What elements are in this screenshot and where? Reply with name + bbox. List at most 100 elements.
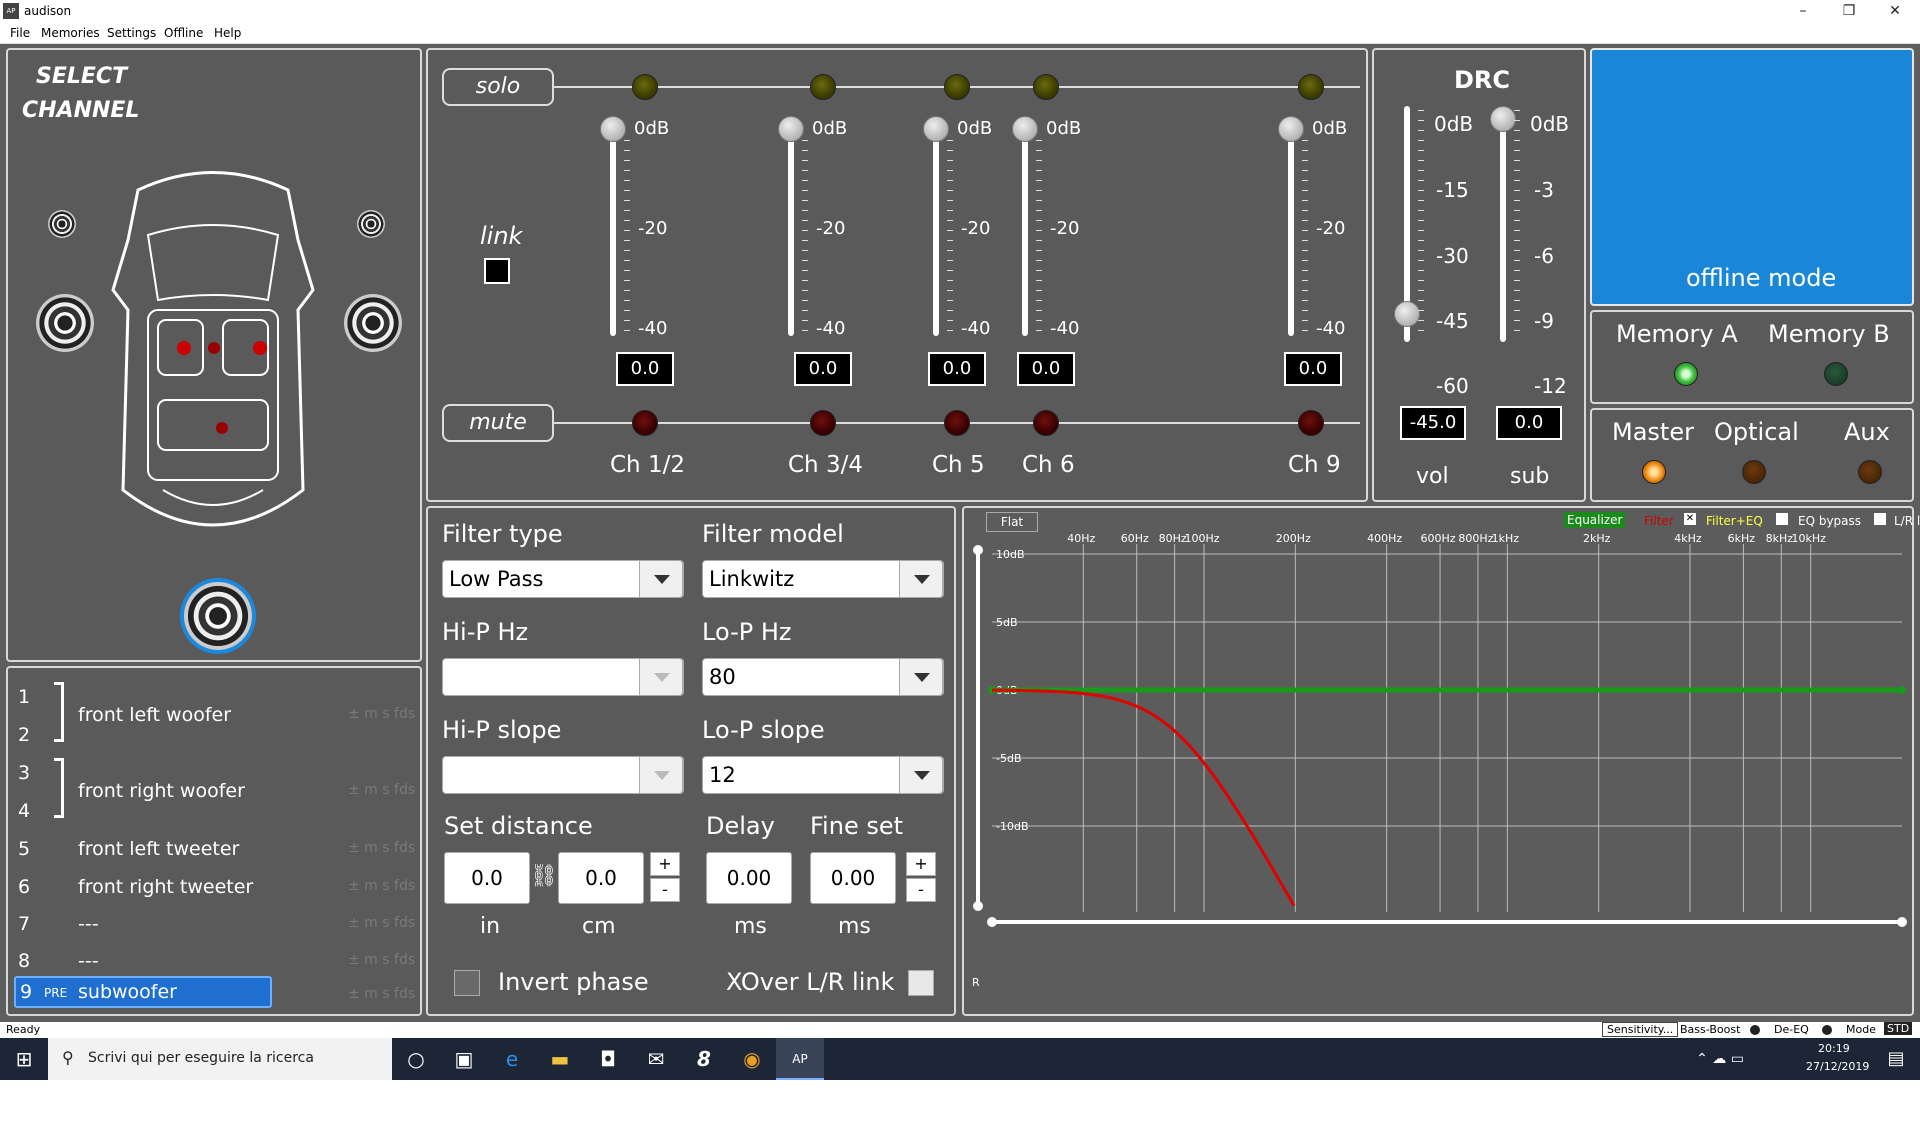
speaker-front-left-tweeter[interactable] <box>48 210 76 238</box>
solo-led[interactable] <box>944 74 970 100</box>
fader-track[interactable] <box>610 128 616 336</box>
list-item[interactable]: front left tweeter <box>78 838 239 860</box>
sub-fader-track[interactable] <box>1500 106 1506 342</box>
bass-boost-led[interactable] <box>1750 1025 1760 1035</box>
link-checkbox[interactable] <box>484 258 510 284</box>
distance-cm-input[interactable]: 0.0 <box>558 852 644 904</box>
hip-hz-select[interactable] <box>442 658 684 696</box>
filter-tab[interactable]: Filter <box>1644 514 1674 528</box>
delay-input[interactable]: 0.00 <box>706 852 792 904</box>
solo-button[interactable]: solo <box>442 68 554 106</box>
fader-knob[interactable] <box>1278 116 1304 142</box>
tray-icons[interactable]: ⌃ ☁ ▭ ♪ <box>1696 1038 1744 1109</box>
mute-led[interactable] <box>1298 410 1324 436</box>
fader-knob[interactable] <box>1012 116 1038 142</box>
memory-a-led[interactable] <box>1674 362 1698 386</box>
menu-settings[interactable]: Settings <box>107 26 156 40</box>
vol-value[interactable]: -45.0 <box>1400 406 1466 440</box>
windows-start-icon[interactable]: ⊞ <box>0 1038 48 1080</box>
memory-b-led[interactable] <box>1824 362 1848 386</box>
optical-led[interactable] <box>1742 460 1766 484</box>
cortana-icon[interactable]: ○ <box>392 1038 440 1080</box>
mute-led[interactable] <box>810 410 836 436</box>
chrome-icon[interactable]: ◉ <box>728 1038 776 1080</box>
vol-fader-knob[interactable] <box>1394 301 1420 327</box>
speaker-front-right-tweeter[interactable] <box>357 210 385 238</box>
link-chain-icon[interactable]: ⛓ <box>530 864 558 889</box>
channel-value[interactable]: 0.0 <box>928 352 986 386</box>
app-8-icon[interactable]: 8 <box>680 1038 728 1080</box>
eq-graph[interactable]: 40Hz 60Hz 80Hz100Hz 200Hz 400Hz 600Hz 800Hz1kH… <box>964 534 1910 1014</box>
mail-icon[interactable]: ✉ <box>632 1038 680 1080</box>
mute-button[interactable]: mute <box>442 404 554 442</box>
fader-track[interactable] <box>788 128 794 336</box>
menu-offline[interactable]: Offline <box>164 26 203 40</box>
menu-memories[interactable]: Memories <box>41 26 100 40</box>
fader-track[interactable] <box>1288 128 1294 336</box>
flat-button[interactable]: Flat <box>986 512 1038 532</box>
task-view-icon[interactable]: ▣ <box>440 1038 488 1080</box>
mode-std-button[interactable]: STD <box>1884 1022 1913 1035</box>
store-icon[interactable]: ◘ <box>584 1038 632 1080</box>
fader-track[interactable] <box>1022 128 1028 336</box>
fader-knob[interactable] <box>923 116 949 142</box>
file-explorer-icon[interactable]: ▬ <box>536 1038 584 1080</box>
list-item[interactable]: --- <box>78 950 99 972</box>
filter-checkbox[interactable]: ✕ <box>1684 513 1696 525</box>
minimize-button[interactable]: – <box>1780 0 1826 23</box>
fader-knob[interactable] <box>778 116 804 142</box>
edge-icon[interactable]: e <box>488 1038 536 1080</box>
channel-value[interactable]: 0.0 <box>794 352 852 386</box>
distance-plus-button[interactable]: + <box>650 852 680 876</box>
channel-value[interactable]: 0.0 <box>616 352 674 386</box>
menu-help[interactable]: Help <box>214 26 241 40</box>
offline-mode-panel[interactable]: offline mode <box>1590 48 1914 306</box>
lop-slope-select[interactable]: 12 <box>702 756 944 794</box>
mute-led[interactable] <box>1033 410 1059 436</box>
distance-in-input[interactable]: 0.0 <box>444 852 530 904</box>
solo-led[interactable] <box>1298 74 1324 100</box>
close-button[interactable]: ✕ <box>1872 0 1918 23</box>
speaker-subwoofer-selected[interactable] <box>184 582 252 650</box>
channel-value[interactable]: 0.0 <box>1017 352 1075 386</box>
speaker-front-left-woofer[interactable] <box>36 294 94 352</box>
xover-link-checkbox[interactable] <box>908 970 934 996</box>
list-item[interactable]: front right tweeter <box>78 876 253 898</box>
mute-led[interactable] <box>944 410 970 436</box>
solo-led[interactable] <box>632 74 658 100</box>
sub-value[interactable]: 0.0 <box>1496 406 1562 440</box>
list-item[interactable]: front left woofer <box>78 704 231 726</box>
list-item-selected[interactable]: 9 PRE subwoofer <box>14 976 272 1008</box>
audison-taskbar-icon[interactable]: AP <box>776 1038 824 1080</box>
de-eq-led[interactable] <box>1822 1025 1832 1035</box>
delay-minus-button[interactable]: - <box>906 878 936 902</box>
sub-fader-knob[interactable] <box>1490 106 1516 132</box>
eq-bypass-checkbox[interactable] <box>1874 513 1886 525</box>
filter-eq-tab[interactable]: Filter+EQ <box>1706 514 1763 528</box>
filter-type-select[interactable]: Low Pass <box>442 560 684 598</box>
master-led[interactable] <box>1642 460 1666 484</box>
aux-led[interactable] <box>1858 460 1882 484</box>
filter-model-select[interactable]: Linkwitz <box>702 560 944 598</box>
solo-led[interactable] <box>810 74 836 100</box>
channel-value[interactable]: 0.0 <box>1284 352 1342 386</box>
mute-led[interactable] <box>632 410 658 436</box>
fine-set-input[interactable]: 0.00 <box>810 852 896 904</box>
fader-knob[interactable] <box>600 116 626 142</box>
lop-hz-select[interactable]: 80 <box>702 658 944 696</box>
search-box[interactable]: ⚲ Scrivi qui per eseguire la ricerca <box>48 1038 392 1080</box>
solo-led[interactable] <box>1033 74 1059 100</box>
distance-minus-button[interactable]: - <box>650 878 680 902</box>
menu-file[interactable]: File <box>10 26 30 40</box>
fader-track[interactable] <box>933 128 939 336</box>
list-item[interactable]: --- <box>78 913 99 935</box>
speaker-front-right-woofer[interactable] <box>344 294 402 352</box>
sensitivity-button[interactable]: Sensitivity... <box>1602 1022 1679 1037</box>
notification-icon[interactable]: ▤ <box>1872 1038 1920 1080</box>
list-item[interactable]: front right woofer <box>78 780 245 802</box>
hip-slope-select[interactable] <box>442 756 684 794</box>
invert-phase-checkbox[interactable] <box>454 970 480 996</box>
maximize-button[interactable]: ❐ <box>1826 0 1872 23</box>
delay-plus-button[interactable]: + <box>906 852 936 876</box>
filter-eq-checkbox[interactable] <box>1776 513 1788 525</box>
